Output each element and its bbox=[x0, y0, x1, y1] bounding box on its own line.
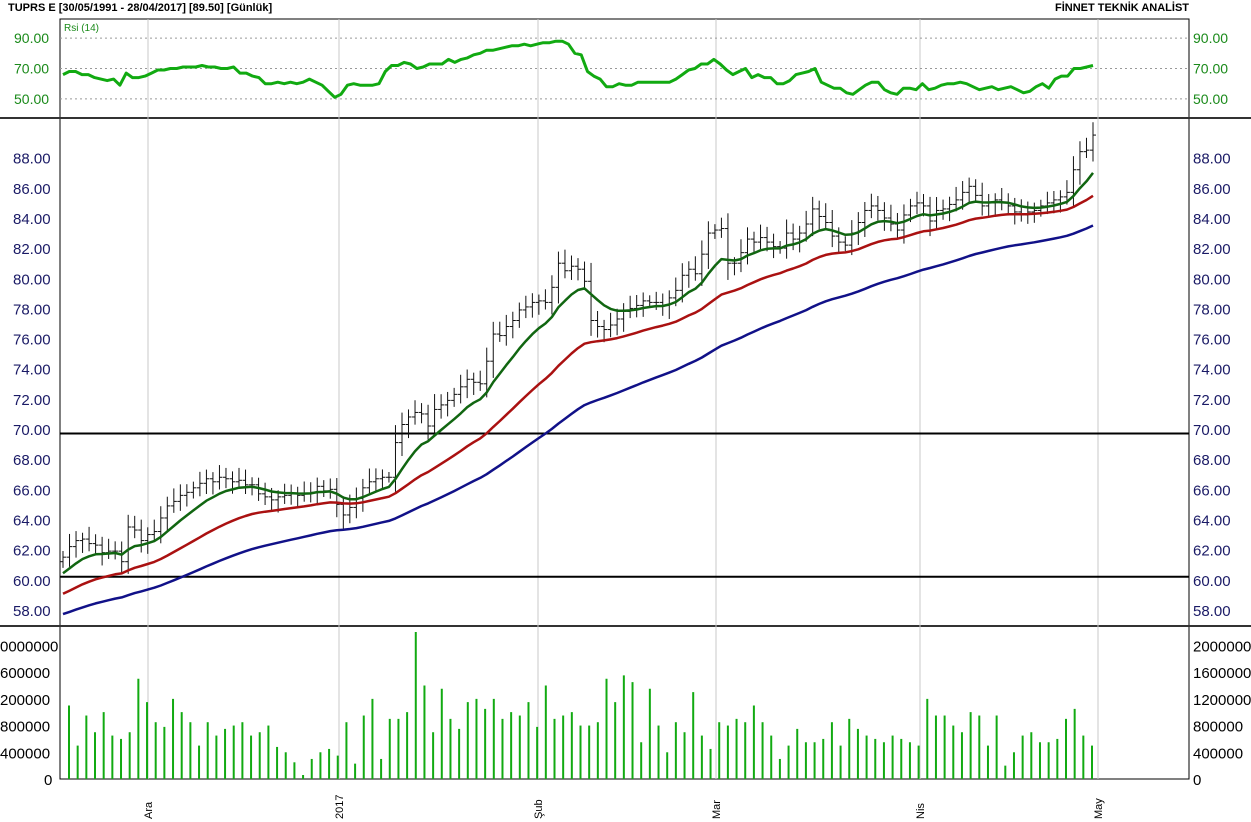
price-tick-right: 82.00 bbox=[1193, 241, 1231, 258]
plot-frame bbox=[59, 18, 1190, 780]
price-tick-left: 62.00 bbox=[13, 543, 51, 560]
x-axis-label: May bbox=[1093, 798, 1105, 819]
price-tick-left: 68.00 bbox=[13, 452, 51, 469]
price-tick-right: 68.00 bbox=[1193, 452, 1231, 469]
volume-tick-right: 0 bbox=[1193, 772, 1201, 789]
price-tick-left: 76.00 bbox=[13, 332, 51, 349]
rsi-tick-left: 90.00 bbox=[14, 30, 49, 46]
volume-tick-left: 600000 bbox=[0, 665, 50, 682]
price-tick-right: 80.00 bbox=[1193, 271, 1231, 288]
volume-tick-left: 400000 bbox=[0, 745, 50, 762]
volume-tick-right: 400000 bbox=[1193, 745, 1243, 762]
price-tick-right: 62.00 bbox=[1193, 543, 1231, 560]
price-tick-right: 84.00 bbox=[1193, 211, 1231, 228]
price-tick-left: 74.00 bbox=[13, 362, 51, 379]
price-tick-right: 58.00 bbox=[1193, 603, 1231, 620]
price-tick-right: 74.00 bbox=[1193, 362, 1231, 379]
moving-average-short bbox=[62, 172, 1094, 575]
price-tick-left: 64.00 bbox=[13, 512, 51, 529]
rsi-tick-right: 90.00 bbox=[1193, 30, 1228, 46]
rsi-tick-left: 50.00 bbox=[14, 91, 49, 107]
price-tick-left: 70.00 bbox=[13, 422, 51, 439]
rsi-tick-left: 70.00 bbox=[14, 61, 49, 77]
price-tick-left: 72.00 bbox=[13, 392, 51, 409]
price-tick-right: 78.00 bbox=[1193, 301, 1231, 318]
price-tick-right: 88.00 bbox=[1193, 151, 1231, 168]
price-tick-left: 58.00 bbox=[13, 603, 51, 620]
price-tick-left: 84.00 bbox=[13, 211, 51, 228]
x-axis-label: Mar bbox=[711, 800, 723, 819]
price-tick-right: 86.00 bbox=[1193, 181, 1231, 198]
price-tick-right: 64.00 bbox=[1193, 512, 1231, 529]
volume-tick-right: 2000000 bbox=[1193, 638, 1251, 655]
price-tick-right: 60.00 bbox=[1193, 573, 1231, 590]
price-tick-left: 86.00 bbox=[13, 181, 51, 198]
price-tick-left: 80.00 bbox=[13, 271, 51, 288]
price-tick-right: 70.00 bbox=[1193, 422, 1231, 439]
volume-tick-right: 800000 bbox=[1193, 719, 1243, 736]
moving-average-long bbox=[62, 224, 1094, 616]
price-tick-left: 60.00 bbox=[13, 573, 51, 590]
volume-tick-right: 1600000 bbox=[1193, 665, 1251, 682]
moving-average-medium bbox=[62, 194, 1094, 595]
rsi-label: Rsi (14) bbox=[64, 23, 99, 34]
rsi-tick-right: 70.00 bbox=[1193, 61, 1228, 77]
volume-tick-left: 200000 bbox=[0, 692, 50, 709]
x-axis-label: Ara bbox=[143, 801, 155, 819]
volume-tick-right: 1200000 bbox=[1193, 692, 1251, 709]
price-tick-right: 66.00 bbox=[1193, 482, 1231, 499]
price-tick-left: 66.00 bbox=[13, 482, 51, 499]
price-tick-left: 88.00 bbox=[13, 151, 51, 168]
stock-chart: 90.00 90.00 70.00 70.00 50.00 50.00 Rsi (14) 88… bbox=[0, 18, 1251, 819]
price-tick-right: 76.00 bbox=[1193, 332, 1231, 349]
volume-tick-left: 0000000 bbox=[0, 638, 58, 655]
price-tick-left: 78.00 bbox=[13, 301, 51, 318]
x-axis-label: Nis bbox=[915, 803, 927, 819]
x-axis-label: 2017 bbox=[334, 795, 346, 819]
volume-tick-left: 800000 bbox=[0, 719, 50, 736]
price-tick-right: 72.00 bbox=[1193, 392, 1231, 409]
x-axis-label: Şub bbox=[533, 799, 545, 819]
rsi-tick-right: 50.00 bbox=[1193, 91, 1228, 107]
volume-tick-left: 0 bbox=[44, 772, 52, 789]
price-tick-left: 82.00 bbox=[13, 241, 51, 258]
rsi-line bbox=[62, 39, 1094, 99]
